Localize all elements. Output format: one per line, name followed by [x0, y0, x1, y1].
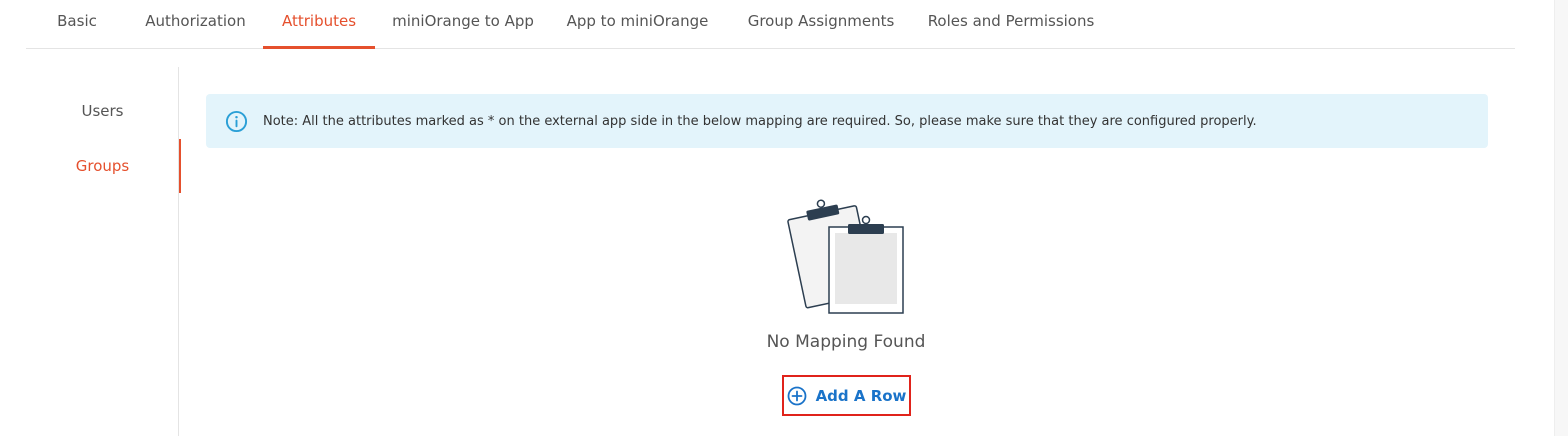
clipboard-icon [786, 198, 908, 316]
subnav-item-users[interactable]: Users [26, 84, 179, 138]
subnav-item-groups[interactable]: Groups [26, 139, 181, 193]
plus-circle-icon [787, 386, 807, 406]
attribute-subnav: Users Groups [26, 67, 181, 436]
note-text: Note: All the attributes marked as * on … [263, 113, 1257, 129]
required-attributes-note: Note: All the attributes marked as * on … [206, 94, 1488, 148]
add-row-button[interactable]: Add A Row [782, 375, 911, 416]
add-row-label: Add A Row [815, 386, 907, 405]
tab-group-assignments[interactable]: Group Assignments [735, 0, 907, 48]
page: Basic Authorization Attributes miniOrang… [0, 0, 1568, 436]
tab-roles-and-permissions[interactable]: Roles and Permissions [918, 0, 1104, 48]
vertical-scrollbar[interactable] [1554, 0, 1568, 436]
tab-basic[interactable]: Basic [44, 0, 110, 48]
no-mapping-message: No Mapping Found [766, 332, 926, 352]
tab-miniorange-to-app[interactable]: miniOrange to App [383, 0, 543, 48]
tab-app-to-miniorange[interactable]: App to miniOrange [558, 0, 717, 48]
tab-authorization[interactable]: Authorization [134, 0, 257, 48]
tab-bar: Basic Authorization Attributes miniOrang… [26, 0, 1515, 49]
tab-attributes[interactable]: Attributes [263, 0, 375, 49]
info-icon [225, 110, 248, 133]
